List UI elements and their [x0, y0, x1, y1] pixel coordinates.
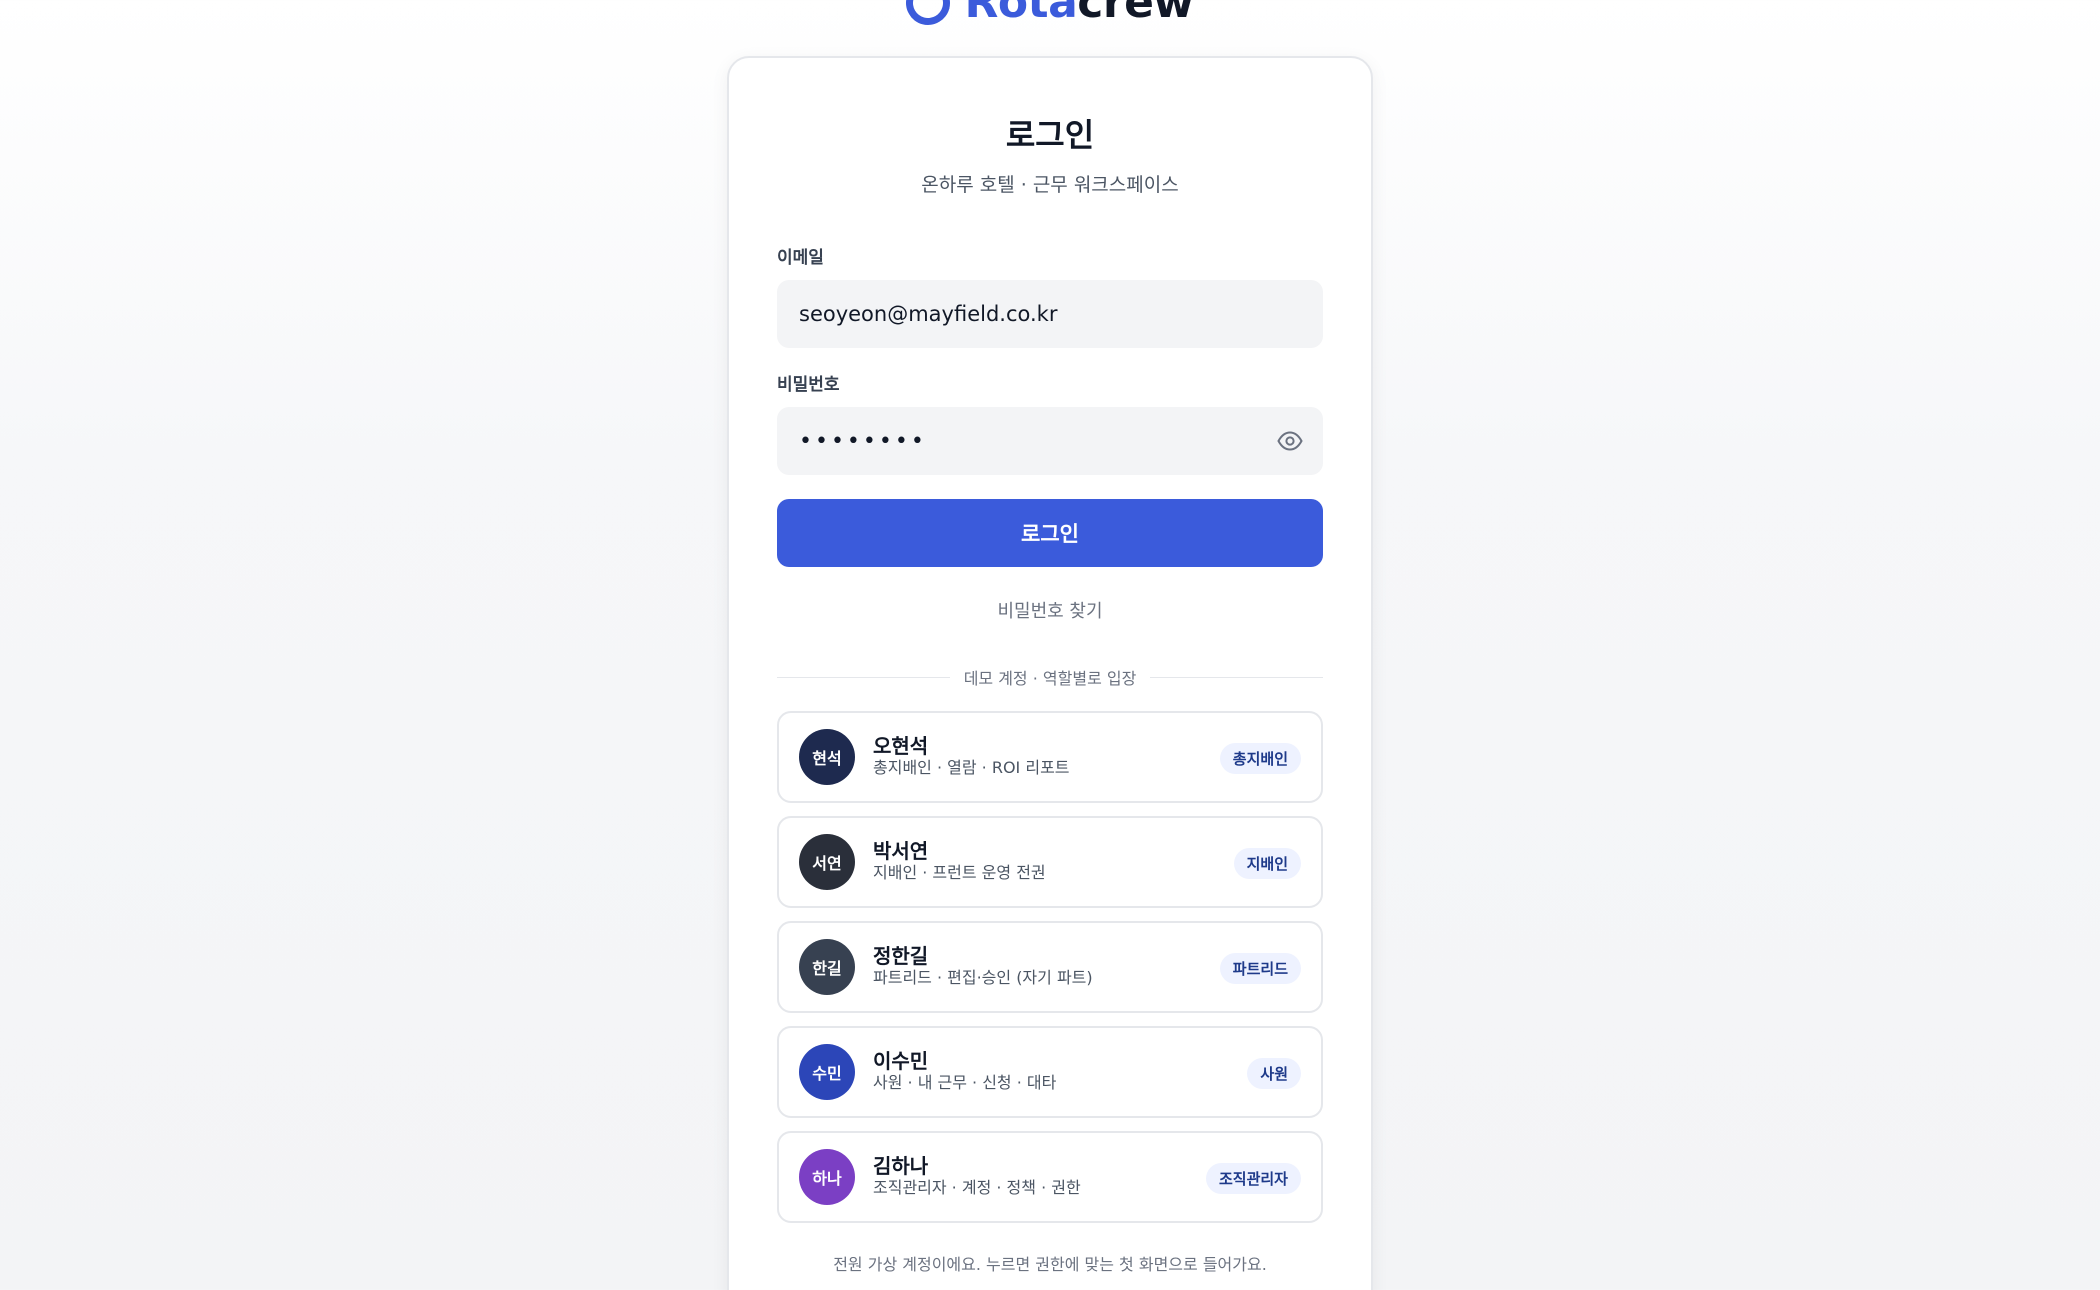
avatar: 한길	[799, 939, 855, 995]
role-badge: 사원	[1247, 1058, 1301, 1089]
divider-line-right	[1150, 676, 1324, 678]
email-value: seoyeon@mayfield.co.kr	[799, 302, 1058, 326]
login-card: 로그인 온하루 호텔 · 근무 워크스페이스 이메일 seoyeon@mayfi…	[727, 56, 1373, 1290]
account-name: 이수민	[873, 1049, 929, 1073]
password-label: 비밀번호	[777, 375, 840, 395]
demo-account-parkseoyeon[interactable]: 서연 박서연 지배인 · 프런트 운영 전권 지배인	[777, 816, 1323, 908]
login-button[interactable]: 로그인	[777, 499, 1323, 567]
avatar: 서연	[799, 834, 855, 890]
account-desc: 총지배인 · 열람 · ROI 리포트	[873, 758, 1070, 777]
page-title: 로그인	[1005, 116, 1095, 154]
account-name: 박서연	[873, 839, 929, 863]
demo-account-list: 현석 오현석 총지배인 · 열람 · ROI 리포트 총지배인 서연 박서연 지…	[777, 711, 1323, 1223]
avatar: 현석	[799, 729, 855, 785]
password-field[interactable]: ••••••••	[777, 407, 1323, 475]
brand-name: Rotacrew	[964, 0, 1194, 28]
account-desc: 파트리드 · 편집·승인 (자기 파트)	[873, 968, 1093, 987]
find-password-link[interactable]: 비밀번호 찾기	[777, 597, 1323, 623]
avatar: 하나	[799, 1149, 855, 1205]
email-field[interactable]: seoyeon@mayfield.co.kr	[777, 280, 1323, 348]
account-text: 박서연 지배인 · 프런트 운영 전권	[873, 840, 1046, 884]
account-text: 오현석 총지배인 · 열람 · ROI 리포트	[873, 735, 1070, 779]
demo-account-leesumin[interactable]: 수민 이수민 사원 · 내 근무 · 신청 · 대타 사원	[777, 1026, 1323, 1118]
account-name: 정한길	[873, 944, 929, 968]
demo-divider-label: 데모 계정 · 역할별로 입장	[963, 669, 1137, 688]
account-text: 정한길 파트리드 · 편집·승인 (자기 파트)	[873, 945, 1093, 989]
email-label: 이메일	[777, 248, 824, 268]
avatar: 수민	[799, 1044, 855, 1100]
role-badge: 조직관리자	[1205, 1163, 1301, 1194]
account-desc: 조직관리자 · 계정 · 정책 · 권한	[873, 1178, 1081, 1197]
account-name: 김하나	[873, 1154, 929, 1178]
brand-logo: Rotacrew	[0, 0, 2100, 34]
account-name: 오현석	[873, 734, 929, 758]
password-value: ••••••••	[799, 428, 927, 454]
demo-footnote: 전원 가상 계정이에요. 누르면 권한에 맞는 첫 화면으로 들어가요.	[833, 1255, 1267, 1274]
role-badge: 총지배인	[1219, 743, 1301, 774]
demo-account-ohyunseok[interactable]: 현석 오현석 총지배인 · 열람 · ROI 리포트 총지배인	[777, 711, 1323, 803]
account-desc: 사원 · 내 근무 · 신청 · 대타	[873, 1073, 1057, 1092]
account-text: 이수민 사원 · 내 근무 · 신청 · 대타	[873, 1050, 1056, 1094]
role-badge: 파트리드	[1219, 953, 1301, 984]
divider-line-left	[777, 676, 950, 678]
demo-divider: 데모 계정 · 역할별로 입장	[777, 665, 1324, 689]
demo-account-junghangil[interactable]: 한길 정한길 파트리드 · 편집·승인 (자기 파트) 파트리드	[777, 921, 1323, 1013]
eye-icon[interactable]	[1277, 429, 1303, 453]
account-text: 김하나 조직관리자 · 계정 · 정책 · 권한	[873, 1155, 1081, 1199]
workspace-subtitle: 온하루 호텔 · 근무 워크스페이스	[921, 174, 1179, 196]
logo-ring-icon	[898, 0, 959, 34]
role-badge: 지배인	[1233, 848, 1301, 879]
demo-account-kimhana[interactable]: 하나 김하나 조직관리자 · 계정 · 정책 · 권한 조직관리자	[777, 1131, 1323, 1223]
account-desc: 지배인 · 프런트 운영 전권	[873, 863, 1046, 882]
